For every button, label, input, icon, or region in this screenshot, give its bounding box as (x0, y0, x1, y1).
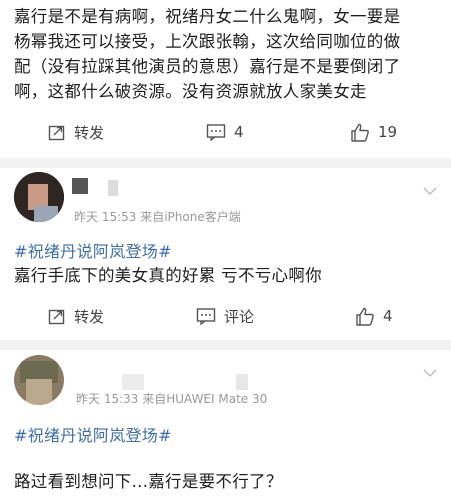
comment-label: 评论 (224, 307, 255, 326)
like-count: 19 (378, 123, 398, 141)
avatar[interactable] (14, 355, 64, 405)
comment-button[interactable]: 评论 (196, 299, 254, 333)
post-line: 啊，这都什么破资源。没有资源就放人家美女走 (14, 82, 367, 101)
like-count: 4 (383, 307, 393, 325)
comment-text: 嘉行手底下的美女真的好累 亏不亏心啊你 (14, 266, 322, 285)
post-line: 杨幂我还可以接受，上次跟张翰，这次给同咖位的做 (14, 32, 401, 51)
post-text: 嘉行是不是有病啊，祝绪丹女二什么鬼啊，女一要是 杨幂我还可以接受，上次跟张翰，这… (14, 4, 442, 104)
repost-label: 转发 (74, 307, 105, 326)
post-action-bar: 转发 4 19 (0, 115, 451, 149)
comment-meta: 昨天 15:33 来自HUAWEI Mate 30 (76, 392, 268, 406)
post-line: 配（没有拉踩其他演员的意思）嘉行是不是要倒闭了 (14, 57, 401, 76)
topic-hashtag[interactable]: #祝绪丹说阿岚登场# (14, 422, 172, 446)
avatar[interactable] (14, 172, 64, 222)
post-line: 嘉行是不是有病啊，祝绪丹女二什么鬼啊，女一要是 (14, 7, 401, 26)
section-divider (0, 158, 451, 168)
repost-button[interactable]: 转发 (48, 299, 104, 333)
like-button[interactable]: 19 (350, 115, 397, 149)
comment-meta: 昨天 15:53 来自iPhone客户端 (74, 210, 241, 224)
section-divider (0, 340, 451, 350)
comment-text: 路过看到想问下...嘉行是要不行了？ (14, 472, 283, 491)
repost-button[interactable]: 转发 (48, 115, 104, 149)
comment-action-bar: 转发 评论 4 (0, 299, 451, 333)
topic-hashtag[interactable]: #祝绪丹说阿岚登场# (14, 238, 172, 262)
chevron-down-icon[interactable] (423, 186, 437, 196)
share-icon (48, 309, 65, 325)
comment-count: 4 (234, 123, 244, 141)
username-blurred[interactable] (122, 374, 144, 390)
username-blurred (108, 180, 118, 196)
share-icon (48, 125, 65, 141)
username-blurred (236, 374, 248, 390)
comment-icon (206, 124, 226, 141)
chevron-down-icon[interactable] (423, 368, 437, 378)
comment-icon (196, 308, 216, 325)
username-blurred[interactable] (72, 178, 88, 194)
like-button[interactable]: 4 (355, 299, 393, 333)
thumbs-up-icon (351, 123, 369, 142)
repost-label: 转发 (74, 123, 105, 142)
comment-button[interactable]: 4 (206, 115, 244, 149)
thumbs-up-icon (356, 307, 374, 326)
